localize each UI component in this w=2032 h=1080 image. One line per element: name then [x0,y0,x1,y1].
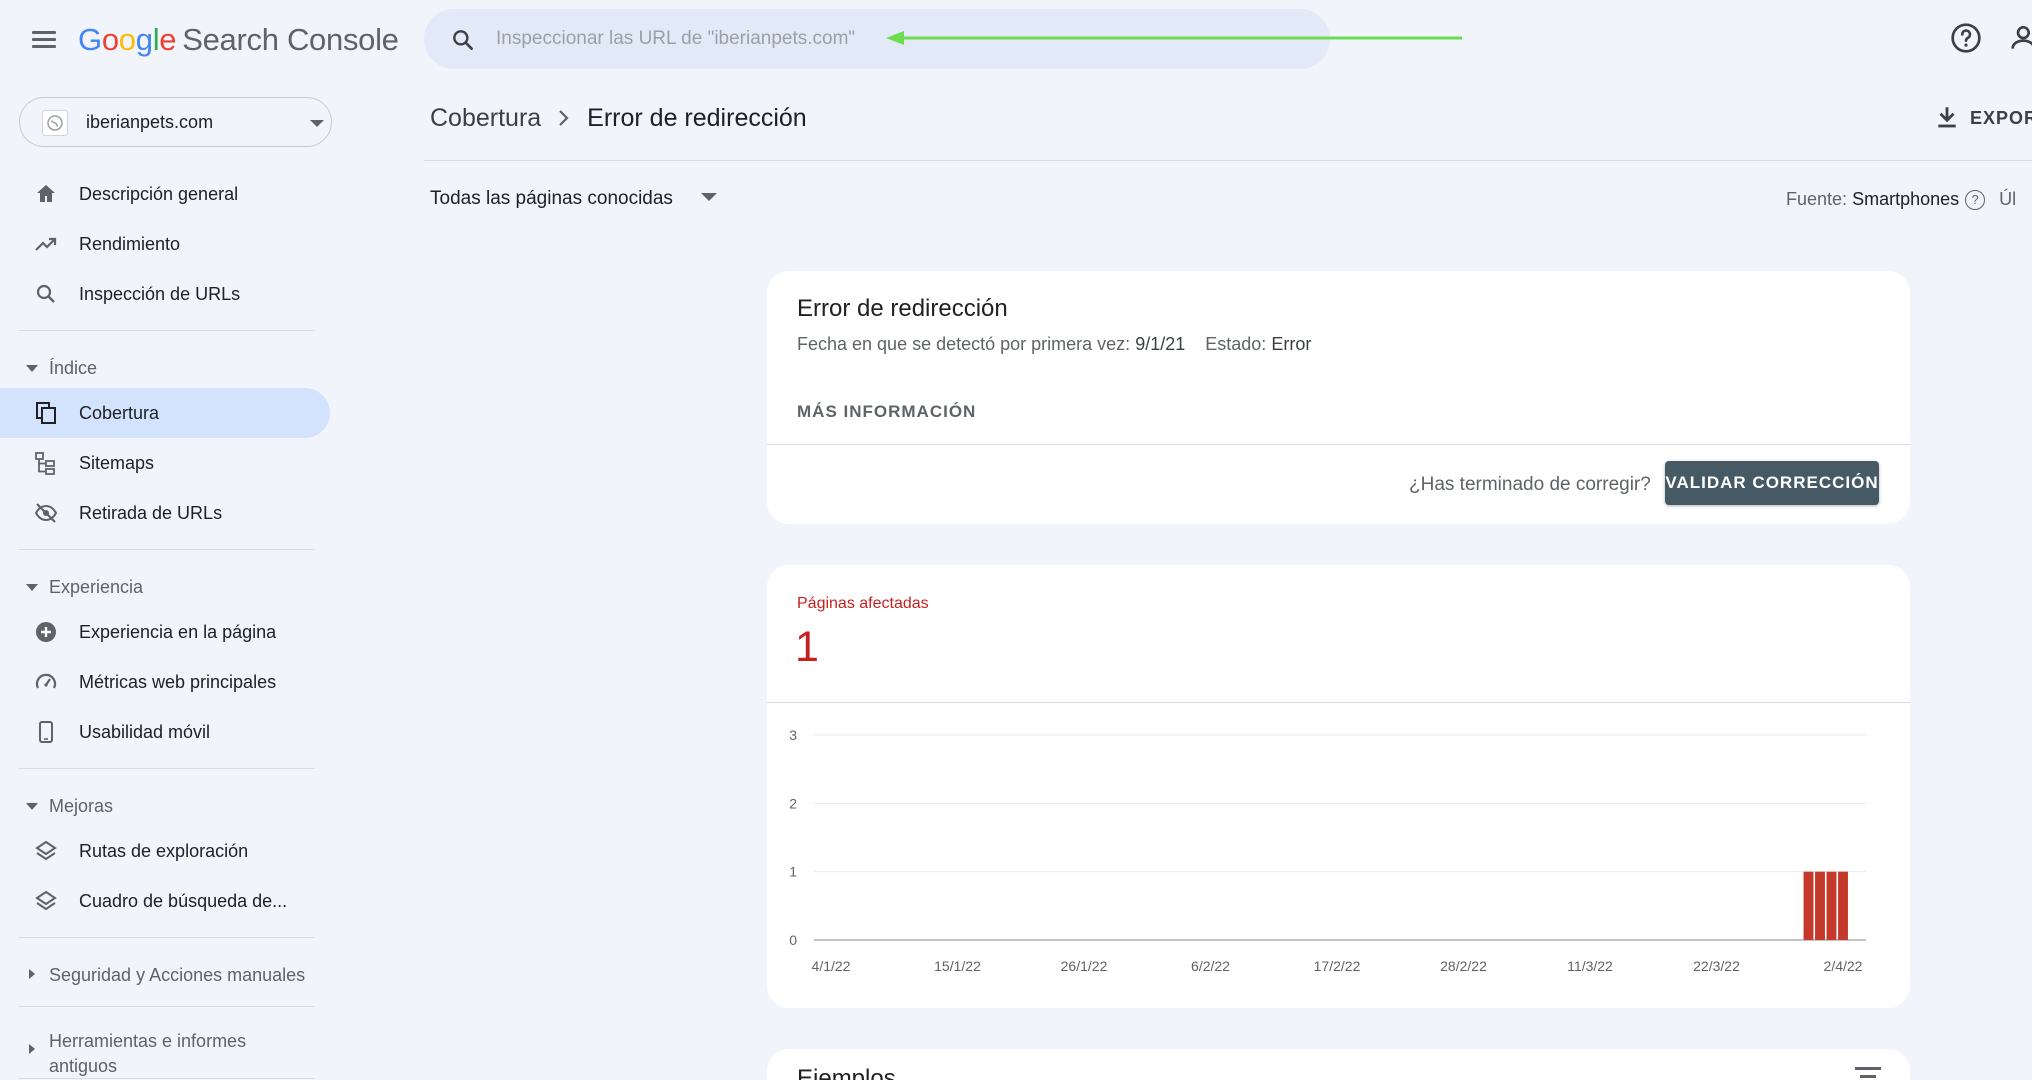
sidebar-divider [19,768,315,769]
sidebar-section-index[interactable]: Índice [0,343,330,393]
annotation-arrow [886,31,1462,45]
sidebar-item-sitemaps[interactable]: Sitemaps [0,438,330,488]
sidebar-item-core-web-vitals[interactable]: Métricas web principales [0,657,330,707]
examples-title: Ejemplos [797,1065,896,1080]
x-tick-label: 17/2/22 [1314,958,1361,974]
file-copy-icon [36,402,56,424]
x-tick-label: 6/2/22 [1191,958,1230,974]
sidebar-item-performance[interactable]: Rendimiento [0,219,330,269]
trending-up-icon [35,237,57,251]
sidebar-section-security[interactable]: Seguridad y Acciones manuales [0,950,330,1000]
affected-pages-label: Páginas afectadas [797,595,929,612]
pages-filter-dropdown[interactable]: Todas las páginas conocidas [430,188,717,210]
caret-right-icon [29,969,35,979]
issue-title: Error de redirección [797,295,1008,322]
affected-pages-card: Páginas afectadas 1 0 1 2 3 4/1/22 15/1/22 26/… [767,565,1910,1008]
y-tick-label: 2 [789,795,797,811]
sidebar-item-overview[interactable]: Descripción general [0,169,330,219]
x-tick-label: 15/1/22 [934,958,981,974]
card-divider [767,444,1910,445]
caret-right-icon [29,1044,35,1054]
search-icon [453,30,473,50]
x-tick-label: 4/1/22 [812,958,851,974]
issue-card: Error de redirección Fecha en que se det… [767,271,1910,524]
plus-circle-icon [36,622,56,642]
breadcrumb: Cobertura Error de redirección [430,104,807,133]
sidebar-divider [19,1006,315,1007]
last-update-cutoff: Úl [1999,189,2017,209]
layers-icon [35,890,57,911]
x-tick-label: 11/3/22 [1567,958,1613,974]
sidebar-section-experience[interactable]: Experiencia [0,562,330,612]
sidebar-section-legacy-tools[interactable]: Herramientas e informes antiguos [0,1016,330,1080]
sidebar-item-sitelinks-searchbox[interactable]: Cuadro de búsqueda de... [0,876,330,926]
product-name: Search Console [182,22,399,57]
sidebar-divider [19,330,315,331]
chart-bar [1815,871,1825,940]
export-button[interactable]: EXPOR [1934,104,2032,130]
speedometer-icon [35,673,57,689]
top-bar: Google Search Console [0,0,2032,78]
caret-down-icon [26,803,38,810]
chevron-down-icon [310,120,324,127]
sidebar: iberianpets.com Descripción general Rend… [0,78,334,1080]
x-tick-label: 2/4/22 [1824,958,1863,974]
y-tick-label: 3 [789,727,797,743]
help-circle-icon[interactable]: ? [1965,190,1986,210]
layers-icon [35,840,57,861]
property-selector[interactable]: iberianpets.com [19,97,332,147]
sidebar-item-breadcrumbs[interactable]: Rutas de exploración [0,826,330,876]
validate-fix-button[interactable]: VALIDAR CORRECCIÓN [1665,461,1879,505]
chevron-down-icon [700,193,717,201]
x-tick-label: 26/1/22 [1061,958,1108,974]
affected-pages-count: 1 [795,623,819,671]
sidebar-divider [19,549,315,550]
globe-icon [42,110,68,136]
page-title: Error de redirección [587,104,807,132]
sidebar-item-coverage[interactable]: Cobertura [0,388,330,438]
y-tick-label: 1 [789,864,797,880]
examples-card: Ejemplos [767,1049,1910,1080]
chart-bar [1826,871,1837,940]
source-indicator: Fuente: Smartphones? Úl [1786,189,2017,210]
sidebar-item-mobile-usability[interactable]: Usabilidad móvil [0,707,330,757]
chart-bar [1803,871,1814,940]
chevron-right-icon [557,104,571,133]
manage-users-icon[interactable] [2010,22,2032,54]
smartphone-icon [39,721,53,743]
sidebar-item-page-experience[interactable]: Experiencia en la página [0,607,330,657]
chart-bar [1838,871,1848,940]
home-icon [37,185,55,202]
filter-list-icon[interactable] [1855,1067,1881,1080]
download-icon [1938,107,1956,128]
sidebar-section-enhancements[interactable]: Mejoras [0,781,330,831]
breadcrumb-coverage-link[interactable]: Cobertura [430,104,541,132]
issue-status: Error [1271,334,1312,354]
more-info-link[interactable]: MÁS INFORMACIÓN [797,402,976,422]
x-tick-label: 28/2/22 [1440,958,1487,974]
y-tick-label: 0 [789,932,797,948]
search-icon [36,284,55,303]
first-detected-date: 9/1/21 [1135,334,1186,354]
property-name: iberianpets.com [86,112,214,132]
x-tick-label: 22/3/22 [1693,958,1740,974]
search-console-logo[interactable]: Google Search Console [78,22,399,58]
sidebar-item-removals[interactable]: Retirada de URLs [0,488,330,538]
source-value: Smartphones [1852,189,1960,209]
sidebar-divider [19,1078,315,1079]
caret-down-icon [26,365,38,372]
sidebar-item-url-inspection[interactable]: Inspección de URLs [0,269,330,319]
caret-down-icon [26,584,38,591]
help-icon[interactable] [1950,22,1982,54]
eye-off-icon [34,503,58,523]
hamburger-menu-icon[interactable] [28,24,60,56]
affected-pages-chart: 0 1 2 3 4/1/22 15/1/22 26/1/22 6/2/22 17/2/22 28/… [789,727,1866,974]
validate-question: ¿Has terminado de corregir? [1409,474,1651,495]
issue-meta: Fecha en que se detectó por primera vez:… [797,334,1312,354]
sidebar-divider [19,937,315,938]
header-divider [424,160,2032,161]
sitemap-icon [35,452,55,475]
